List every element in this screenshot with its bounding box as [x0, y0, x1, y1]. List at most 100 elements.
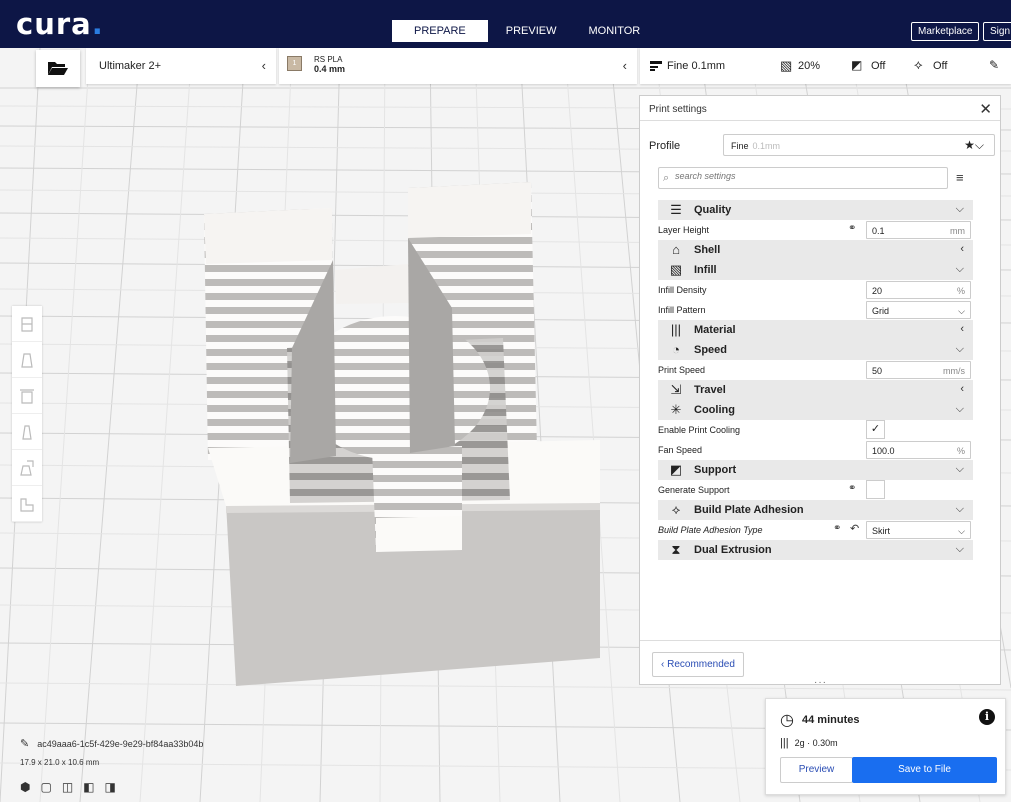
- setting-value: Grid: [872, 306, 890, 316]
- speed-icon: ◔: [672, 342, 680, 357]
- per-model-settings-tool[interactable]: [12, 450, 42, 486]
- setting-row: Infill Pattern Grid ⌵: [658, 300, 973, 320]
- object-info: ✎ ac49aaa6-1c5f-429e-9e29-bf84aa33b04b: [20, 737, 203, 750]
- setting-value: 100.0: [872, 446, 895, 456]
- category-travel[interactable]: ⇲ Travel ‹: [658, 380, 973, 400]
- view-front-icon[interactable]: ▢: [40, 780, 51, 794]
- support-icon: ◩: [669, 462, 683, 477]
- setting-checkbox[interactable]: [866, 480, 885, 499]
- support-blocker-icon: [20, 498, 34, 512]
- setting-row: Generate Support ⚭: [658, 480, 973, 500]
- pencil-icon: ✎: [988, 58, 999, 72]
- profile-label: Profile: [649, 140, 681, 152]
- infill-icon: ▧: [669, 262, 683, 277]
- close-icon[interactable]: ✕: [979, 100, 992, 118]
- category-shell[interactable]: ⌂ Shell ‹: [658, 240, 973, 260]
- cura-logo: cura.: [16, 7, 104, 41]
- marketplace-button[interactable]: Marketplace: [911, 22, 980, 41]
- setting-unit: mm: [950, 226, 965, 236]
- category-speed[interactable]: ◔ Speed ⌵: [658, 340, 973, 360]
- chevron-down-icon: ⌵: [955, 543, 964, 555]
- mirror-icon: [22, 425, 32, 440]
- rotate-tool[interactable]: [12, 378, 42, 414]
- left-toolbar: [12, 306, 42, 522]
- category-material[interactable]: ||| Material ‹: [658, 320, 973, 340]
- setting-input[interactable]: 0.1 mm: [866, 221, 971, 239]
- category-quality[interactable]: ☰ Quality ⌵: [658, 200, 973, 220]
- open-file-button[interactable]: [36, 50, 80, 87]
- scale-tool[interactable]: [12, 342, 42, 378]
- setting-checkbox[interactable]: ✓: [866, 420, 885, 439]
- preview-button[interactable]: Preview: [780, 757, 853, 783]
- view-left-icon[interactable]: ◧: [83, 780, 94, 794]
- printer-name: Ultimaker 2+: [99, 60, 162, 72]
- setting-label: Enable Print Cooling: [658, 425, 741, 435]
- category-support[interactable]: ◩ Support ⌵: [658, 460, 973, 480]
- chevron-down-icon: ⌵: [958, 526, 965, 536]
- tab-preview[interactable]: PREVIEW: [492, 20, 571, 42]
- category-label: Shell: [694, 244, 721, 256]
- shell-icon: ⌂: [672, 242, 680, 257]
- tab-prepare[interactable]: PREPARE: [392, 20, 488, 42]
- setting-value: 20: [872, 286, 883, 296]
- infill-summary: 20%: [798, 60, 821, 72]
- view-3d-icon[interactable]: ⬢: [20, 780, 30, 794]
- category-infill[interactable]: ▧ Infill ⌵: [658, 260, 973, 280]
- setting-input[interactable]: 100.0%: [866, 441, 971, 459]
- print-settings-selector[interactable]: Fine 0.1mm ▧ 20% ◩ Off ⟡ Off ✎: [640, 48, 1011, 84]
- setting-row: Layer Height ⚭ 0.1 mm: [658, 220, 973, 240]
- pencil-icon[interactable]: ✎: [20, 738, 29, 750]
- tab-monitor[interactable]: MONITOR: [575, 20, 655, 42]
- search-settings-field[interactable]: ⌕: [658, 167, 948, 189]
- recommended-button[interactable]: ‹ Recommended: [652, 652, 744, 677]
- view-top-icon[interactable]: ◫: [62, 780, 73, 794]
- chevron-down-icon: ⌵: [955, 403, 964, 415]
- stage-tabs: PREPARE PREVIEW MONITOR: [392, 20, 658, 42]
- panel-header: Print settings ✕: [640, 96, 1000, 121]
- material-selector[interactable]: 1 RS PLA 0.4 mm ‹: [279, 48, 637, 84]
- category-dual-extrusion[interactable]: ⧗ Dual Extrusion ⌵: [658, 540, 973, 560]
- info-icon[interactable]: i: [979, 709, 995, 725]
- setting-row: Infill Density 20%: [658, 280, 973, 300]
- support-blocker-tool[interactable]: [12, 486, 42, 522]
- extruder-badge: 1: [287, 56, 302, 71]
- setting-value: 50: [872, 366, 883, 376]
- category-label: Material: [694, 324, 736, 336]
- category-build-plate-adhesion[interactable]: ⟡ Build Plate Adhesion ⌵: [658, 500, 973, 520]
- setting-label: Layer Height: [658, 225, 710, 235]
- setting-dropdown[interactable]: Grid ⌵: [866, 301, 971, 319]
- chevron-left-icon: ‹: [960, 323, 964, 335]
- mirror-tool[interactable]: [12, 414, 42, 450]
- adhesion-icon: ⟡: [914, 57, 923, 72]
- reset-icon[interactable]: ↶: [850, 522, 859, 535]
- view-right-icon[interactable]: ◨: [105, 780, 116, 794]
- profile-dropdown[interactable]: Fine 0.1mm ★⌵: [723, 134, 995, 156]
- printer-selector[interactable]: Ultimaker 2+ ‹: [86, 48, 276, 84]
- search-input[interactable]: [675, 171, 935, 181]
- setting-input[interactable]: 20%: [866, 281, 971, 299]
- setting-dropdown[interactable]: Skirt ⌵: [866, 521, 971, 539]
- setting-input[interactable]: 50 mm/s: [866, 361, 971, 379]
- setting-unit: %: [956, 286, 965, 296]
- save-to-file-button[interactable]: Save to File: [852, 757, 997, 783]
- setting-label: Infill Pattern: [658, 305, 706, 315]
- setting-label: Generate Support: [658, 485, 730, 495]
- category-cooling[interactable]: ✳ Cooling ⌵: [658, 400, 973, 420]
- chevron-down-icon: ⌵: [955, 263, 964, 275]
- material-icon: |||: [670, 322, 682, 337]
- move-tool[interactable]: [12, 306, 42, 342]
- nozzle-size: 0.4 mm: [314, 64, 346, 74]
- per-model-icon: [20, 460, 34, 476]
- drag-handle[interactable]: ···: [814, 677, 827, 688]
- sign-in-button[interactable]: Sign in: [983, 22, 1011, 41]
- link-icon: ⚭: [848, 223, 857, 234]
- folder-icon: [48, 62, 68, 75]
- adhesion-icon: ⟡: [671, 502, 681, 517]
- link-icon: ⚭: [848, 483, 857, 494]
- chevron-left-icon: ‹: [261, 58, 266, 73]
- top-bar: cura. PREPARE PREVIEW MONITOR Marketplac…: [0, 0, 1011, 48]
- view-orientation-buttons: ⬢ ▢ ◫ ◧ ◨: [20, 780, 126, 794]
- category-label: Support: [694, 464, 737, 476]
- menu-icon[interactable]: ≡: [956, 170, 964, 185]
- panel-title: Print settings: [649, 104, 707, 115]
